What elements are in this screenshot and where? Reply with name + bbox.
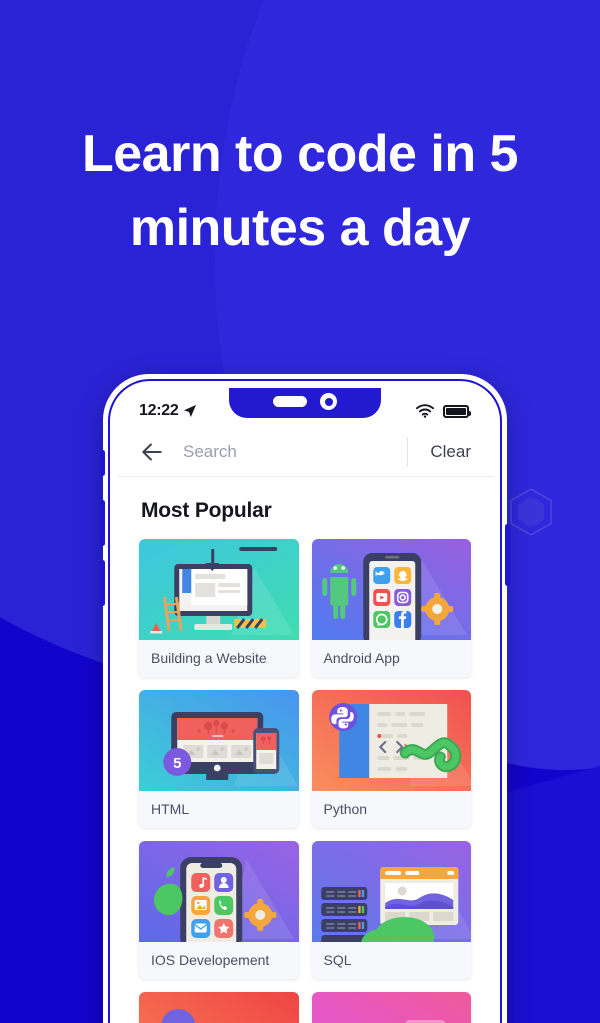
course-card-html[interactable]: 5 HTML [139,690,299,828]
course-card-android-app[interactable]: Android App [311,539,471,677]
search-bar: Clear [117,428,493,476]
html5-illustration: 5 [139,690,299,791]
earpiece-speaker-icon [273,396,307,407]
status-bar-left: 12:22 [139,402,197,420]
sql-database-illustration [311,841,471,942]
status-time: 12:22 [139,402,179,419]
course-card-label: IOS Developement [139,942,299,979]
course-card-python[interactable]: Python [311,690,471,828]
course-card-label: Python [311,791,471,828]
website-builder-illustration [139,539,299,640]
battery-fill [446,407,466,415]
phone-notch [229,388,381,418]
course-card-grid: Building a Website Android App 5 HTML Py… [117,539,493,1023]
phone-mockup: 12:22 Search Clear Most Popular Building… [100,374,510,1023]
back-arrow-icon[interactable] [139,439,165,465]
course-card-label: Android App [311,640,471,677]
android-app-illustration [311,539,471,640]
course-card-partial-orange[interactable] [139,992,299,1023]
clear-button[interactable]: Clear [408,442,493,462]
hexagon-decoration [508,487,554,537]
headline-line-1: Learn to code in 5 [82,125,518,183]
status-bar-right [416,404,471,418]
course-card-label: SQL [311,942,471,979]
location-arrow-icon [184,405,197,417]
hexagon-filled-icon [518,496,544,528]
course-card-building-a-website[interactable]: Building a Website [139,539,299,677]
wifi-icon [416,404,434,418]
course-card-label: Building a Website [139,640,299,677]
promo-headline: Learn to code in 5 minutes a day [0,118,600,266]
orange-card-illustration [139,992,299,1023]
phone-mute-button[interactable] [100,450,105,476]
front-camera-icon [320,393,337,410]
promo-screenshot: Learn to code in 5 minutes a day 12:22 S… [0,0,600,1023]
section-title-most-popular: Most Popular [141,499,272,522]
search-input[interactable] [165,442,408,462]
course-card-sql[interactable]: SQL [311,841,471,979]
phone-volume-up-button[interactable] [100,500,105,546]
phone-volume-down-button[interactable] [100,560,105,606]
course-card-partial-pink[interactable] [311,992,471,1023]
phone-screen: 12:22 Search Clear Most Popular Building… [117,388,493,1023]
ios-development-illustration [139,841,299,942]
course-card-ios-development[interactable]: IOS Developement [139,841,299,979]
svg-text:5: 5 [173,755,181,772]
pink-card-illustration [311,992,471,1023]
python-illustration [311,690,471,791]
camera-lens [324,397,333,406]
course-card-label: HTML [139,791,299,828]
phone-power-button[interactable] [505,524,510,586]
headline-line-2: minutes a day [129,198,471,257]
battery-full-icon [443,404,471,418]
screen-content: Most Popular Building a Website Android … [117,477,493,1023]
